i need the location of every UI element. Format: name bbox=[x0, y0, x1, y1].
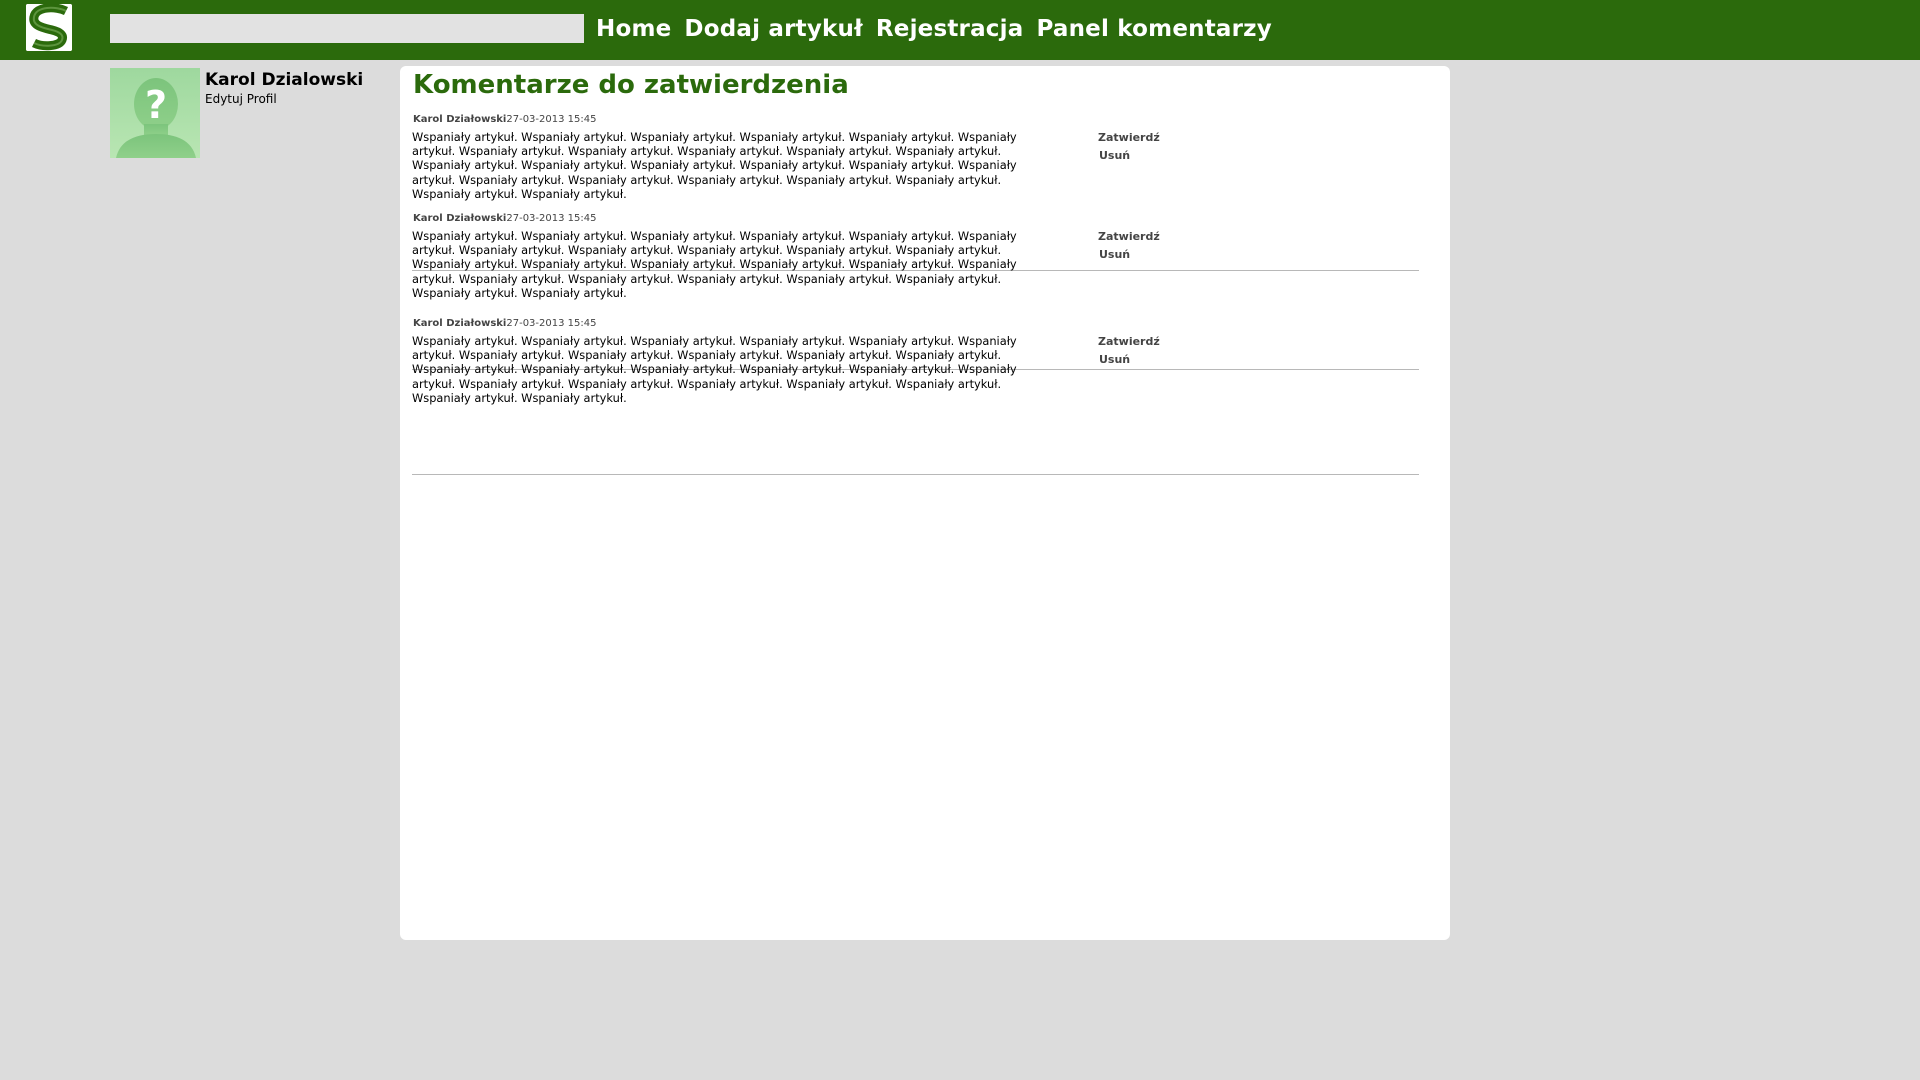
top-navigation-bar: Home Dodaj artykuł Rejestracja Panel kom… bbox=[0, 0, 1920, 60]
comment-meta: Karol Działowski27-03-2013 15:45 bbox=[413, 318, 596, 329]
comment-meta: Karol Działowski27-03-2013 15:45 bbox=[413, 114, 596, 125]
comment-author: Karol Działowski bbox=[413, 114, 507, 125]
comments-panel: Komentarze do zatwierdzenia Karol Działo… bbox=[400, 66, 1450, 940]
unknown-user-icon: ? bbox=[116, 78, 196, 158]
approve-button[interactable]: Zatwierdź bbox=[1098, 129, 1160, 147]
nav-add-article[interactable]: Dodaj artykuł bbox=[684, 13, 862, 45]
comment-date: 27-03-2013 15:45 bbox=[506, 318, 597, 329]
delete-button[interactable]: Usuń bbox=[1099, 147, 1160, 165]
nav-home[interactable]: Home bbox=[596, 13, 671, 45]
comment-item: Karol Działowski27-03-2013 15:45 Wspania… bbox=[412, 318, 1419, 475]
nav-registration[interactable]: Rejestracja bbox=[876, 13, 1024, 45]
comment-text: Wspaniały artykuł. Wspaniały artykuł. Ws… bbox=[412, 334, 1017, 405]
comment-author: Karol Działowski bbox=[413, 213, 507, 224]
nav-comments-panel[interactable]: Panel komentarzy bbox=[1036, 13, 1271, 45]
edit-profile-link[interactable]: Edytuj Profil bbox=[205, 92, 277, 106]
comment-actions: Zatwierdź Usuń bbox=[1098, 129, 1160, 165]
s-logo-icon bbox=[26, 4, 72, 51]
main-nav: Home Dodaj artykuł Rejestracja Panel kom… bbox=[596, 13, 1272, 45]
comment-author: Karol Działowski bbox=[413, 318, 507, 329]
comment-text: Wspaniały artykuł. Wspaniały artykuł. Ws… bbox=[412, 130, 1017, 201]
comment-date: 27-03-2013 15:45 bbox=[506, 213, 597, 224]
profile-name: Karol Dzialowski bbox=[205, 70, 364, 90]
comment-meta: Karol Działowski27-03-2013 15:45 bbox=[413, 213, 596, 224]
comment-actions: Zatwierdź Usuń bbox=[1098, 228, 1160, 264]
avatar: ? bbox=[110, 68, 200, 158]
comment-actions: Zatwierdź Usuń bbox=[1098, 333, 1160, 369]
delete-button[interactable]: Usuń bbox=[1099, 351, 1160, 369]
search-input[interactable] bbox=[110, 14, 584, 43]
svg-text:?: ? bbox=[145, 83, 167, 127]
approve-button[interactable]: Zatwierdź bbox=[1098, 228, 1160, 246]
comment-text: Wspaniały artykuł. Wspaniały artykuł. Ws… bbox=[412, 229, 1017, 300]
approve-button[interactable]: Zatwierdź bbox=[1098, 333, 1160, 351]
page-title: Komentarze do zatwierdzenia bbox=[413, 70, 849, 100]
comment-date: 27-03-2013 15:45 bbox=[506, 114, 597, 125]
delete-button[interactable]: Usuń bbox=[1099, 246, 1160, 264]
site-logo[interactable] bbox=[26, 4, 72, 51]
